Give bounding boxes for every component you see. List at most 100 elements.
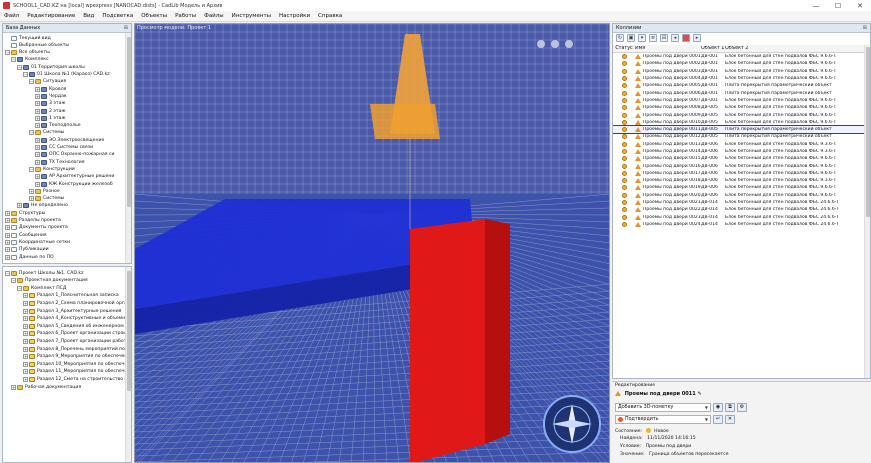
collapse-icon[interactable]: −	[5, 270, 10, 276]
menu-tools[interactable]: Инструменты	[232, 13, 271, 19]
expand-icon[interactable]: +	[5, 225, 10, 231]
expand-icon[interactable]: +	[35, 108, 40, 114]
save-icon[interactable]: ▣	[627, 34, 635, 42]
expand-icon[interactable]: +	[35, 93, 40, 99]
collision-row[interactable]: Проемы под двери 0004 ДВ-001 Блок бетонный…	[613, 75, 867, 82]
collision-row[interactable]: Проемы под двери 0018 ДВ-006 Блок бетонный…	[613, 177, 867, 184]
expand-icon[interactable]: +	[23, 323, 28, 329]
minimize-button[interactable]: —	[805, 0, 827, 11]
camera-icon[interactable]: ◉	[713, 403, 723, 412]
close-button[interactable]: ✕	[849, 0, 871, 11]
orbit-icon[interactable]	[537, 40, 545, 48]
collision-row[interactable]: Проемы под двери 0007 ДВ-001 Блок бетонный…	[613, 97, 867, 104]
menu-highlight[interactable]: Подсветка	[102, 13, 133, 19]
expand-icon[interactable]: +	[35, 123, 40, 129]
navigation-compass-icon[interactable]	[543, 395, 601, 453]
group-icon[interactable]: ⊟	[660, 34, 668, 42]
view-settings-icon[interactable]	[551, 40, 559, 48]
expand-icon[interactable]: +	[5, 218, 10, 223]
sort-icon[interactable]: ≡	[649, 34, 657, 42]
expand-icon[interactable]: +	[11, 384, 16, 390]
collision-row[interactable]: Проемы под двери 0013 ДВ-006 Блок бетонный…	[613, 141, 867, 148]
expand-icon[interactable]: +	[35, 181, 40, 187]
menu-view[interactable]: Вид	[83, 13, 94, 19]
collision-row[interactable]: Проемы под двери 0001 ДВ-001 Блок бетонный…	[613, 53, 867, 60]
collision-row[interactable]: Проемы под двери 0024 ДВ-014 Блок бетонный…	[613, 221, 867, 228]
column-name[interactable]: Имя	[635, 46, 701, 51]
collision-row[interactable]: Проемы под двери 0011 ДВ-005 Плита перекры…	[613, 124, 868, 135]
expand-icon[interactable]: +	[23, 316, 28, 322]
expand-icon[interactable]: +	[23, 369, 28, 375]
collision-row[interactable]: Проемы под двери 0005 ДВ-001 Плита перекры…	[613, 82, 867, 89]
collapse-icon[interactable]: −	[29, 130, 34, 136]
status-action-dropdown[interactable]: Подтвердить ▼	[615, 415, 711, 424]
expand-icon[interactable]: +	[5, 210, 10, 216]
expand-icon[interactable]: +	[23, 300, 28, 306]
collision-row[interactable]: Проемы под двери 0017 ДВ-006 Блок бетонный…	[613, 170, 867, 177]
tree-item[interactable]: + Данные по ПО	[5, 253, 54, 261]
collision-row[interactable]: Проемы под двери 0002 ДВ-001 Блок бетонный…	[613, 60, 867, 67]
expand-icon[interactable]: +	[5, 232, 10, 238]
expand-icon[interactable]: +	[23, 346, 28, 352]
expand-icon[interactable]: +	[23, 331, 28, 337]
prev-icon[interactable]: ◂	[671, 34, 679, 42]
edit-pencil-icon[interactable]: ✎	[697, 391, 701, 397]
collisions-scrollbar[interactable]	[864, 45, 870, 378]
apply-icon[interactable]: ↵	[713, 415, 723, 424]
collapse-icon[interactable]: −	[17, 64, 22, 70]
expand-icon[interactable]: +	[17, 203, 22, 209]
collapse-icon[interactable]: −	[17, 285, 22, 291]
tree-item[interactable]: + Рабочая документация	[11, 383, 81, 391]
collision-row[interactable]: Проемы под двери 0014 ДВ-006 Блок бетонный…	[613, 148, 867, 155]
pin-icon[interactable]: ⊞	[124, 25, 128, 31]
settings-icon[interactable]: ⚙	[737, 403, 747, 412]
collapse-icon[interactable]: −	[11, 57, 16, 63]
expand-icon[interactable]: +	[35, 137, 40, 143]
expand-icon[interactable]: +	[35, 86, 40, 92]
expand-icon[interactable]: +	[23, 354, 28, 360]
project-scrollbar[interactable]	[125, 267, 131, 462]
expand-icon[interactable]: +	[35, 159, 40, 165]
expand-icon[interactable]: +	[35, 115, 40, 121]
expand-icon[interactable]: +	[29, 188, 34, 194]
collision-row[interactable]: Проемы под двери 0023 ДВ-014 Блок бетонный…	[613, 214, 867, 221]
expand-icon[interactable]: +	[23, 361, 28, 367]
expand-icon[interactable]: +	[35, 174, 40, 180]
collision-row[interactable]: Проемы под двери 0022 ДВ-014 Блок бетонный…	[613, 206, 867, 213]
collision-row[interactable]: Проемы под двери 0010 ДВ-005 Блок бетонный…	[613, 119, 867, 126]
expand-icon[interactable]: +	[29, 196, 34, 202]
collision-row[interactable]: Проемы под двери 0019 ДВ-006 Блок бетонный…	[613, 184, 867, 191]
expand-icon[interactable]: +	[5, 239, 10, 245]
database-scrollbar[interactable]	[125, 33, 131, 263]
collision-row[interactable]: Проемы под двери 0021 ДВ-014 Блок бетонный…	[613, 199, 867, 206]
collision-row[interactable]: Проемы под двери 0003 ДВ-001 Блок бетонный…	[613, 68, 867, 75]
menu-files[interactable]: Файлы	[204, 13, 224, 19]
menu-objects[interactable]: Объекты	[141, 13, 167, 19]
expand-icon[interactable]: +	[5, 254, 10, 260]
collision-row[interactable]: Проемы под двери 0006 ДВ-001 Плита перекры…	[613, 89, 867, 96]
status-filter-icon[interactable]	[682, 34, 690, 42]
expand-icon[interactable]: +	[35, 152, 40, 158]
refresh-icon[interactable]: ↻	[616, 34, 624, 42]
collapse-icon[interactable]: −	[29, 166, 34, 172]
expand-icon[interactable]: +	[23, 308, 28, 314]
menu-edit[interactable]: Редактирование	[27, 13, 75, 19]
collapse-icon[interactable]: −	[23, 72, 28, 77]
menu-help[interactable]: Справка	[318, 13, 342, 19]
delete-icon[interactable]: ✕	[725, 415, 735, 424]
collision-row[interactable]: Проемы под двери 0009 ДВ-005 Блок бетонный…	[613, 111, 867, 118]
expand-icon[interactable]: +	[23, 293, 28, 299]
collision-row[interactable]: Проемы под двери 0012 ДВ-005 Плита перекры…	[613, 133, 867, 140]
collision-row[interactable]: Проемы под двери 0016 ДВ-006 Блок бетонный…	[613, 162, 867, 169]
expand-icon[interactable]: +	[5, 247, 10, 253]
expand-icon[interactable]: +	[35, 101, 40, 107]
column-object1[interactable]: Объект 1	[701, 46, 725, 51]
next-icon[interactable]: ▸	[693, 34, 701, 42]
fullscreen-icon[interactable]	[565, 40, 573, 48]
column-status[interactable]: Статус	[613, 46, 635, 51]
collision-row[interactable]: Проемы под двери 0015 ДВ-006 Блок бетонный…	[613, 155, 867, 162]
copy-view-icon[interactable]: ⧉	[725, 403, 735, 412]
menu-file[interactable]: Файл	[4, 13, 19, 19]
collapse-icon[interactable]: −	[29, 79, 34, 85]
expand-icon[interactable]: +	[23, 338, 28, 344]
